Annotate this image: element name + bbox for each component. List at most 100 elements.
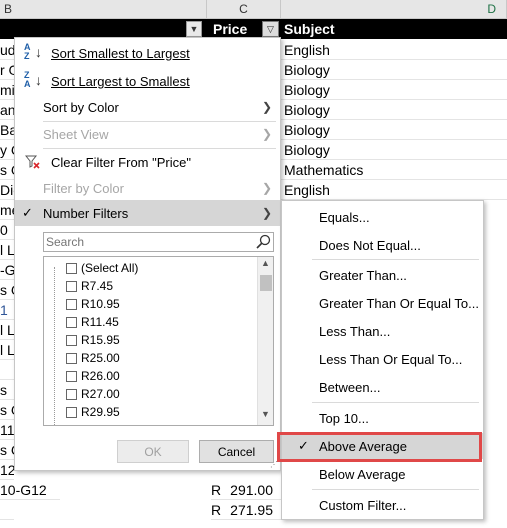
sort-ascending-label: Sort Smallest to Largest xyxy=(51,45,190,61)
checkmark-icon: ✓ xyxy=(22,205,33,220)
number-filter-less-than[interactable]: Less Than... xyxy=(282,318,483,344)
sort-by-color-label: Sort by Color xyxy=(43,99,119,115)
tree-line xyxy=(54,267,55,425)
cell-fragment[interactable]: udi xyxy=(0,40,14,60)
subject-cell[interactable]: Biology xyxy=(280,140,507,160)
cell-fragment[interactable]: an xyxy=(0,100,14,120)
cell-fragment[interactable]: 12 xyxy=(0,460,14,480)
value-checkbox-item[interactable]: R10.95 xyxy=(66,295,120,313)
column-header-c[interactable]: C xyxy=(207,0,281,19)
price-cell[interactable]: R 291.00 xyxy=(211,480,281,500)
checkbox[interactable] xyxy=(66,316,77,328)
cell-fragment[interactable] xyxy=(0,360,14,380)
cell-fragment[interactable]: 0 xyxy=(0,220,14,240)
price-filter-active-button[interactable]: ▽ xyxy=(262,21,279,37)
value-checkbox-item[interactable]: R15.95 xyxy=(66,331,120,349)
cell-fragment[interactable]: 11 xyxy=(0,420,14,440)
scroll-up-icon[interactable]: ▲ xyxy=(258,258,273,272)
cell-fragment[interactable]: s xyxy=(0,380,14,400)
value-label: R15.95 xyxy=(81,333,120,347)
value-checkbox-item[interactable]: R26.00 xyxy=(66,367,120,385)
value-checkbox-item[interactable]: R11.45 xyxy=(66,313,119,331)
value-checkbox-item[interactable]: R7.45 xyxy=(66,277,113,295)
number-filter-equals[interactable]: Equals... xyxy=(282,204,483,230)
checkbox[interactable] xyxy=(66,370,77,382)
checkbox[interactable] xyxy=(66,352,77,364)
currency: R xyxy=(211,501,222,518)
subject-cell[interactable]: English xyxy=(280,40,507,60)
cell-fragment[interactable]: s G xyxy=(0,280,14,300)
subject-cell[interactable]: English xyxy=(280,180,507,200)
subject-cell[interactable]: Biology xyxy=(280,80,507,100)
cell-fragment[interactable]: l Li xyxy=(0,240,14,260)
ok-button[interactable]: OK xyxy=(117,440,189,463)
subject-cell[interactable]: Biology xyxy=(280,100,507,120)
scroll-thumb[interactable] xyxy=(260,275,272,291)
checkbox[interactable] xyxy=(66,262,77,274)
value-checkbox-item[interactable]: R29.95 xyxy=(66,403,120,421)
vertical-scrollbar[interactable]: ▲ ▼ xyxy=(257,257,273,425)
clear-filter-icon xyxy=(24,154,40,169)
number-filter-top-10[interactable]: Top 10... xyxy=(282,405,483,431)
cell-fragment[interactable]: r G xyxy=(0,60,14,80)
highlight-box xyxy=(277,432,482,462)
number-filter-label: Equals... xyxy=(319,209,370,225)
cell-fragment[interactable]: Bas xyxy=(0,120,14,140)
subject-cell[interactable]: Biology xyxy=(280,60,507,80)
cell-fragment[interactable]: -G1 xyxy=(0,260,14,280)
search-input[interactable] xyxy=(44,233,244,251)
value-checkbox-item[interactable]: R27.00 xyxy=(66,385,120,403)
checkbox[interactable] xyxy=(66,388,77,400)
column-header-d[interactable]: D xyxy=(281,0,507,19)
price-value: 291.00 xyxy=(230,481,273,498)
cell-fragment[interactable]: 1 xyxy=(0,300,14,320)
scroll-down-icon[interactable]: ▼ xyxy=(258,409,273,423)
sort-ascending-item[interactable]: AZ ↓ Sort Smallest to Largest xyxy=(15,40,280,66)
cell-fragment[interactable]: me xyxy=(0,200,14,220)
filter-dropdown-b[interactable]: ▼ xyxy=(186,21,202,37)
subject-cell[interactable]: Mathematics xyxy=(280,160,507,180)
cell-fragment[interactable]: Dic xyxy=(0,180,14,200)
checkbox[interactable] xyxy=(66,298,77,310)
cell-fragment[interactable]: l Li xyxy=(0,340,14,360)
clear-filter-item[interactable]: Clear Filter From "Price" xyxy=(15,149,280,175)
cell-fragment[interactable]: s G xyxy=(0,400,14,420)
values-list[interactable]: (Select All) R7.45 R10.95 R11.45 R15.95 R25.0… xyxy=(43,256,274,426)
menu-separator xyxy=(312,402,479,403)
number-filter-less-than-or-equal-to[interactable]: Less Than Or Equal To... xyxy=(282,346,483,372)
number-filters-item[interactable]: ✓ Number Filters ❯ xyxy=(15,200,280,226)
chevron-right-icon: ❯ xyxy=(261,181,272,195)
number-filter-does-not-equal[interactable]: Does Not Equal... xyxy=(282,232,483,258)
subject-cell[interactable]: Biology xyxy=(280,120,507,140)
value-checkbox-item[interactable]: R25.00 xyxy=(66,349,120,367)
checkbox[interactable] xyxy=(66,334,77,346)
number-filter-between[interactable]: Between... xyxy=(282,374,483,400)
cancel-button[interactable]: Cancel xyxy=(199,440,274,463)
search-icon xyxy=(256,234,271,252)
subject-header: Subject xyxy=(281,19,507,39)
cell-fragment[interactable] xyxy=(0,500,14,520)
number-filter-greater-than-or-equal-to[interactable]: Greater Than Or Equal To... xyxy=(282,290,483,316)
cell-fragment[interactable]: s G xyxy=(0,160,14,180)
value-label: R11.45 xyxy=(81,315,119,329)
price-cell[interactable]: R 271.95 xyxy=(211,500,281,520)
search-box[interactable] xyxy=(43,232,274,252)
cell-fragment[interactable]: mi xyxy=(0,80,14,100)
menu-separator xyxy=(312,489,479,490)
number-filter-below-average[interactable]: Below Average xyxy=(282,461,483,487)
cell-fragment[interactable]: 10-G12 xyxy=(0,480,60,500)
arrow-down-icon: ↓ xyxy=(35,72,42,88)
number-filter-custom-filter[interactable]: Custom Filter... xyxy=(282,492,483,518)
column-header-b[interactable]: B xyxy=(0,0,207,19)
cell-fragment[interactable]: l Li xyxy=(0,320,14,340)
sort-by-color-item[interactable]: Sort by Color ❯ xyxy=(15,94,280,120)
value-label: (Select All) xyxy=(81,261,139,275)
number-filter-greater-than[interactable]: Greater Than... xyxy=(282,262,483,288)
checkbox[interactable] xyxy=(66,280,77,292)
sort-descending-item[interactable]: ZA ↓ Sort Largest to Smallest xyxy=(15,68,280,94)
value-label: R26.00 xyxy=(81,369,120,383)
select-all-checkbox-item[interactable]: (Select All) xyxy=(66,259,138,277)
cell-fragment[interactable]: y C xyxy=(0,140,14,160)
checkbox[interactable] xyxy=(66,406,77,418)
cell-fragment[interactable]: s C xyxy=(0,440,14,460)
